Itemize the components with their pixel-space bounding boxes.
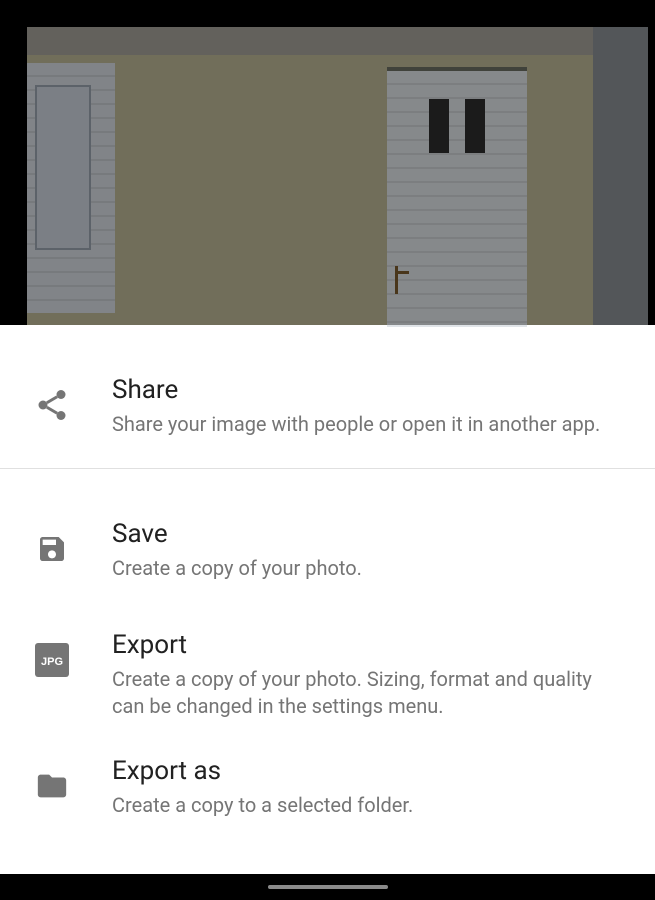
export-desc: Create a copy of your photo. Sizing, for… xyxy=(112,666,627,720)
image-preview xyxy=(0,0,655,325)
navigation-bar xyxy=(0,874,655,900)
folder-icon xyxy=(28,762,76,810)
export-as-desc: Create a copy to a selected folder. xyxy=(112,792,627,819)
export-option[interactable]: JPG Export Create a copy of your photo. … xyxy=(0,612,655,738)
save-desc: Create a copy of your photo. xyxy=(112,555,627,582)
share-option[interactable]: Share Share your image with people or op… xyxy=(0,355,655,468)
export-title: Export xyxy=(112,630,627,660)
export-as-option[interactable]: Export as Create a copy to a selected fo… xyxy=(0,738,655,837)
export-as-title: Export as xyxy=(112,756,627,786)
save-icon xyxy=(28,525,76,573)
share-title: Share xyxy=(112,375,627,405)
save-option[interactable]: Save Create a copy of your photo. xyxy=(0,499,655,612)
share-desc: Share your image with people or open it … xyxy=(112,411,627,438)
export-options-sheet: Share Share your image with people or op… xyxy=(0,325,655,874)
nav-handle[interactable] xyxy=(268,885,388,889)
svg-text:JPG: JPG xyxy=(41,656,63,668)
share-icon xyxy=(28,381,76,429)
jpg-badge-icon: JPG xyxy=(28,636,76,684)
save-title: Save xyxy=(112,519,627,549)
